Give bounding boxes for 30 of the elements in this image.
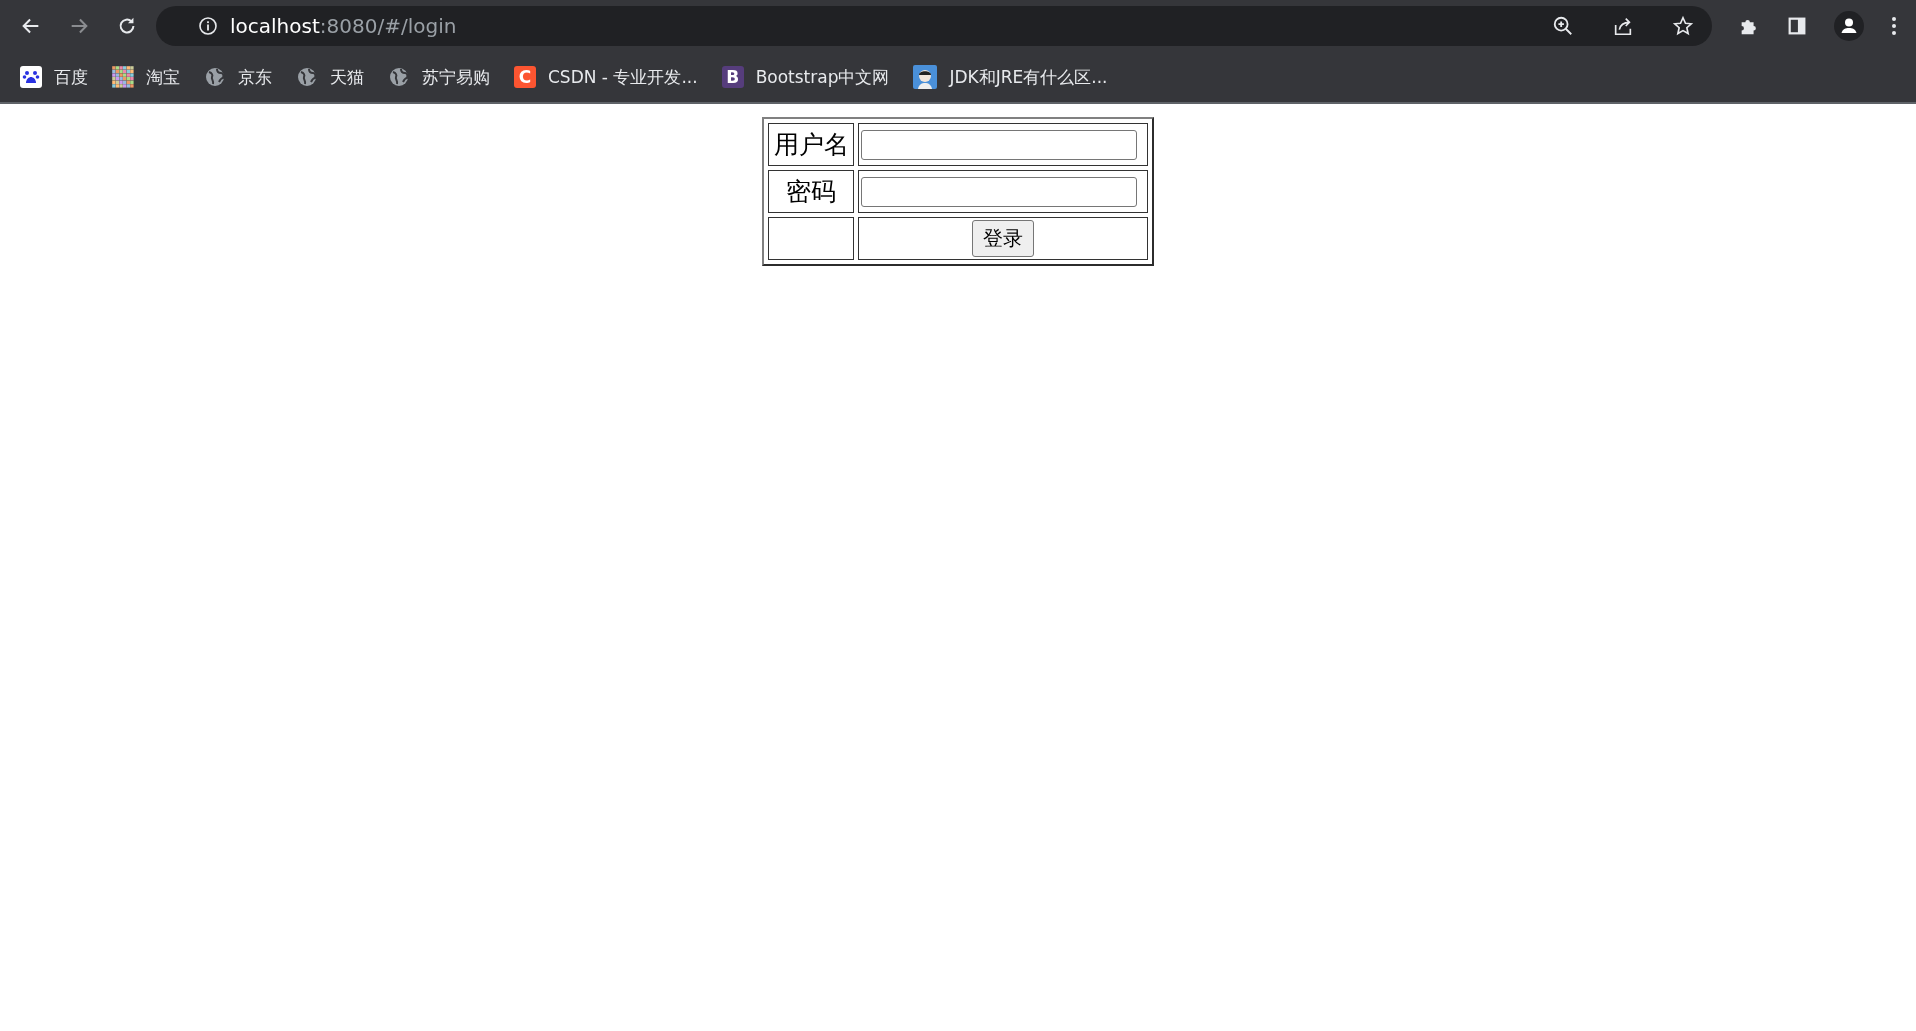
bookmark-label[interactable]: JDK和JRE有什么区... bbox=[949, 65, 1108, 89]
text-field[interactable] bbox=[861, 176, 1137, 207]
text-field[interactable] bbox=[861, 129, 1137, 160]
paw-icon bbox=[20, 66, 42, 88]
bookmark-label[interactable]: 苏宁易购 bbox=[422, 65, 490, 89]
side-panel-icon[interactable] bbox=[1786, 15, 1808, 37]
globe-icon bbox=[296, 66, 318, 88]
zoom-icon[interactable] bbox=[1552, 15, 1574, 37]
bookmark-label[interactable]: 京东 bbox=[238, 65, 272, 89]
login-button[interactable]: 登录 bbox=[972, 220, 1034, 257]
bookmark-label[interactable]: CSDN - 专业开发... bbox=[548, 65, 698, 89]
globe-icon bbox=[388, 66, 410, 88]
field-label: 密码 bbox=[786, 177, 836, 206]
avatar-icon bbox=[913, 65, 938, 89]
letter-icon: C bbox=[514, 66, 536, 88]
profile-icon[interactable] bbox=[1834, 11, 1864, 41]
address-bar[interactable]: localhost:8080/#/login bbox=[156, 6, 1712, 46]
url-text: localhost:8080/#/login bbox=[230, 14, 458, 38]
bookmark-label[interactable]: 淘宝 bbox=[146, 65, 180, 89]
globe-icon bbox=[204, 66, 226, 88]
bookmark-label[interactable]: 百度 bbox=[54, 65, 88, 89]
letter-icon: B bbox=[721, 66, 744, 88]
menu-icon[interactable] bbox=[1890, 15, 1898, 37]
share-icon[interactable] bbox=[1612, 15, 1634, 37]
field-label: 用户名 bbox=[773, 130, 849, 159]
bookmark-label[interactable]: Bootstrap中文网 bbox=[755, 65, 890, 89]
bookmark-label[interactable]: 天猫 bbox=[330, 65, 364, 89]
star-icon[interactable] bbox=[1672, 15, 1694, 37]
mosaic-icon bbox=[112, 66, 134, 88]
info-icon[interactable] bbox=[198, 16, 218, 36]
